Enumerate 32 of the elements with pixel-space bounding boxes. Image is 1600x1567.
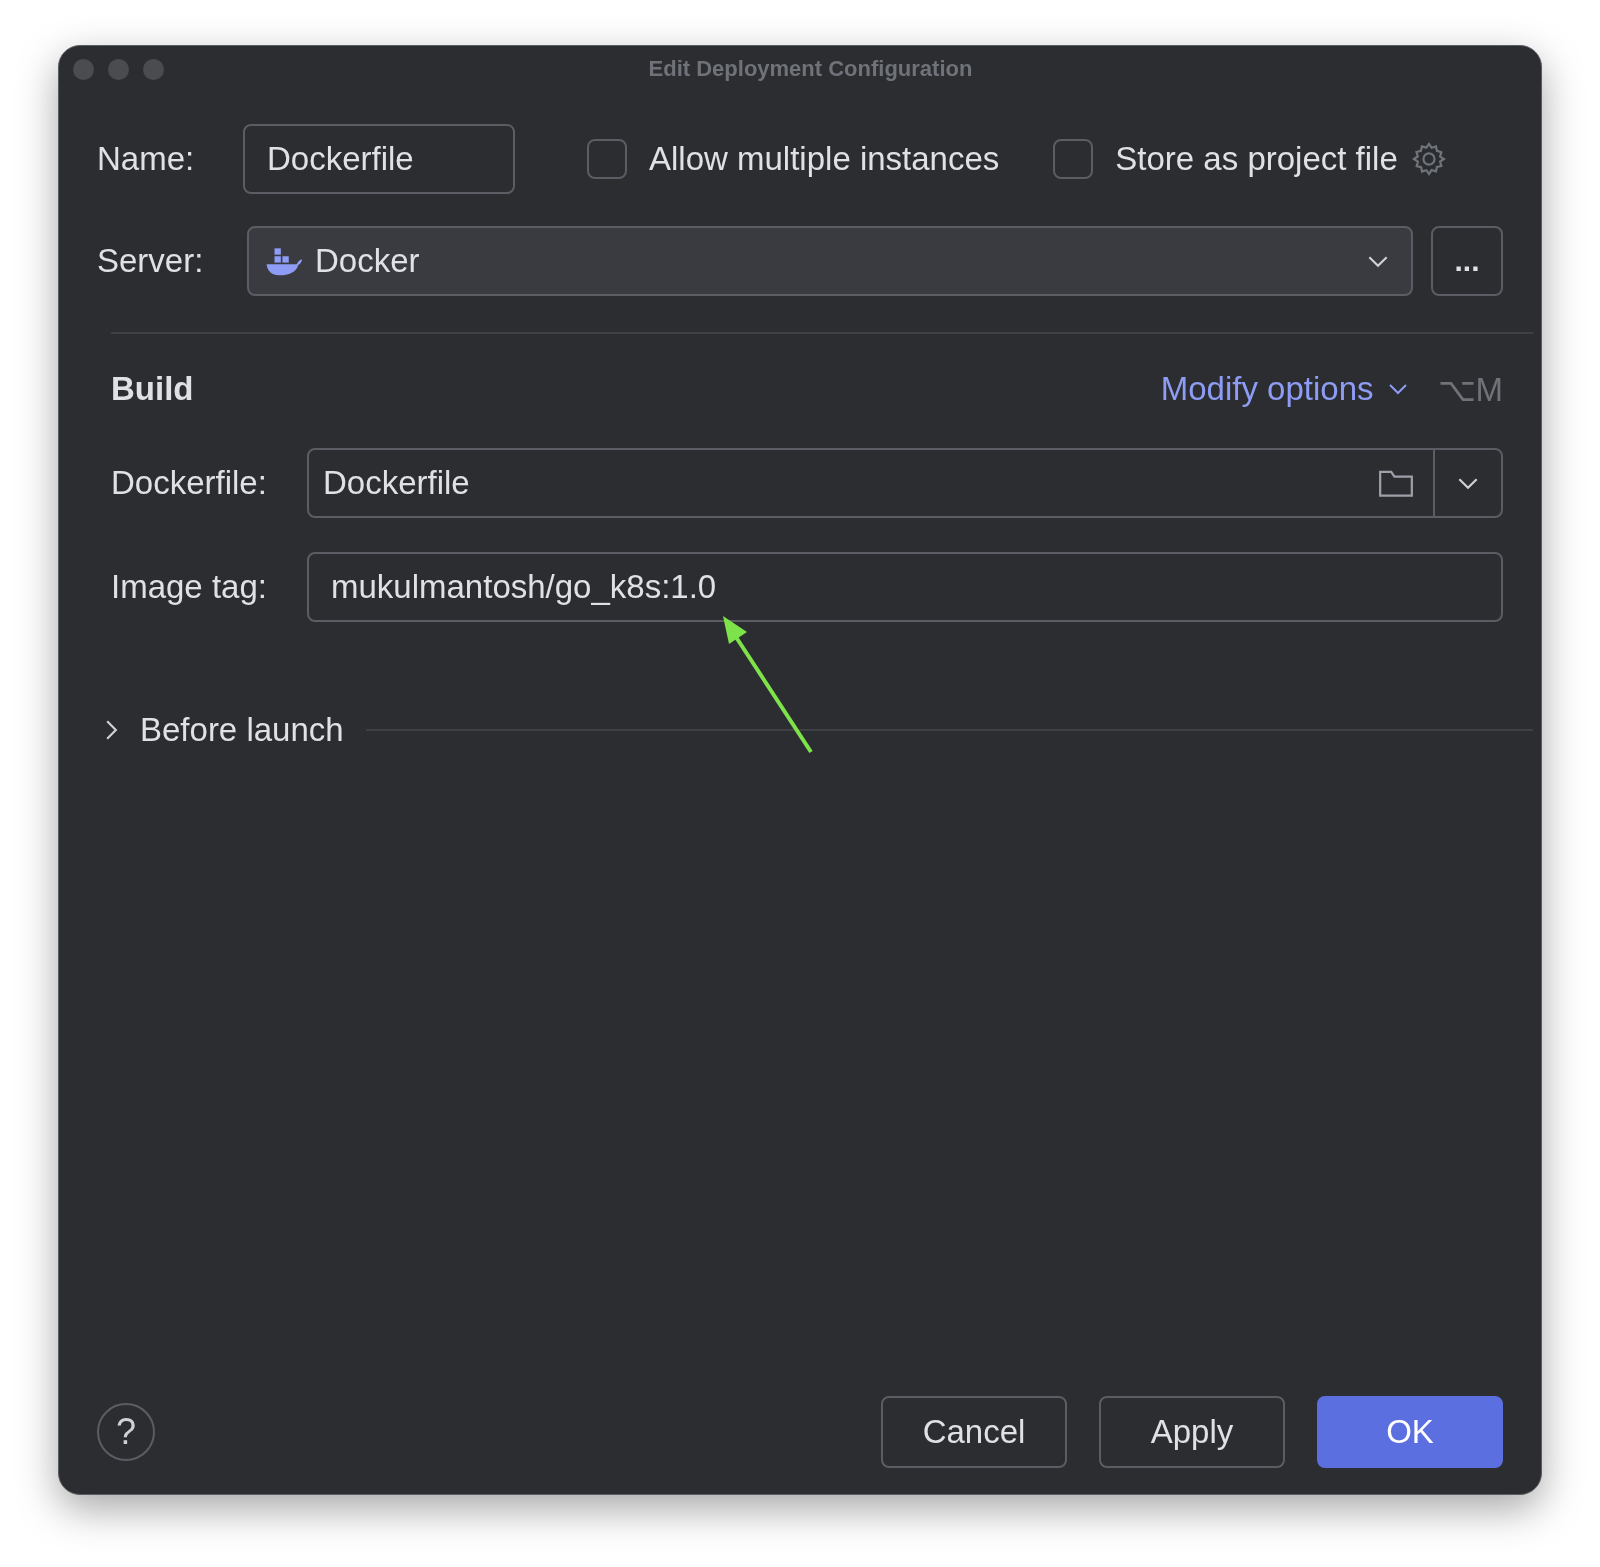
help-button[interactable]: ?: [97, 1403, 155, 1461]
name-label: Name:: [97, 140, 196, 178]
image-tag-field[interactable]: mukulmantosh/go_k8s:1.0: [307, 552, 1503, 622]
checkbox-label: Allow multiple instances: [649, 140, 1000, 178]
chevron-down-icon: [1387, 383, 1408, 395]
window-title: Edit Deployment Configuration: [648, 56, 973, 82]
modify-options-link[interactable]: Modify options: [1160, 370, 1374, 408]
checkbox-label: Store as project file: [1115, 140, 1398, 178]
server-label: Server:: [97, 242, 205, 280]
dialog-button[interactable]: Apply: [1099, 1396, 1285, 1468]
chevron-down-icon[interactable]: [1457, 476, 1479, 490]
window-control-dot[interactable]: [108, 58, 129, 80]
shortcut-hint: ⌥M: [1437, 369, 1503, 409]
window-control-dot[interactable]: [73, 58, 94, 80]
field-label: Image tag:: [111, 568, 268, 606]
field-value: Dockerfile: [323, 464, 471, 502]
dialog-button[interactable]: Cancel: [881, 1396, 1067, 1468]
ok-button[interactable]: OK: [1317, 1396, 1503, 1468]
server-value: Docker: [315, 242, 421, 280]
section-heading: Build: [111, 370, 195, 408]
window-control-dot[interactable]: [143, 58, 164, 80]
before-launch-toggle[interactable]: Before launch: [140, 711, 344, 749]
checkbox[interactable]: [1053, 139, 1094, 179]
dockerfile-field[interactable]: Dockerfile: [307, 448, 1503, 518]
more-button[interactable]: ...: [1431, 226, 1503, 296]
chevron-down-icon: [1367, 254, 1389, 268]
field-label: Dockerfile:: [111, 464, 268, 502]
name-field[interactable]: Dockerfile: [243, 124, 515, 194]
server-dropdown[interactable]: Docker: [247, 226, 1413, 296]
checkbox[interactable]: [587, 139, 627, 179]
chevron-right-icon[interactable]: [105, 719, 118, 741]
whale-icon: [265, 245, 303, 277]
